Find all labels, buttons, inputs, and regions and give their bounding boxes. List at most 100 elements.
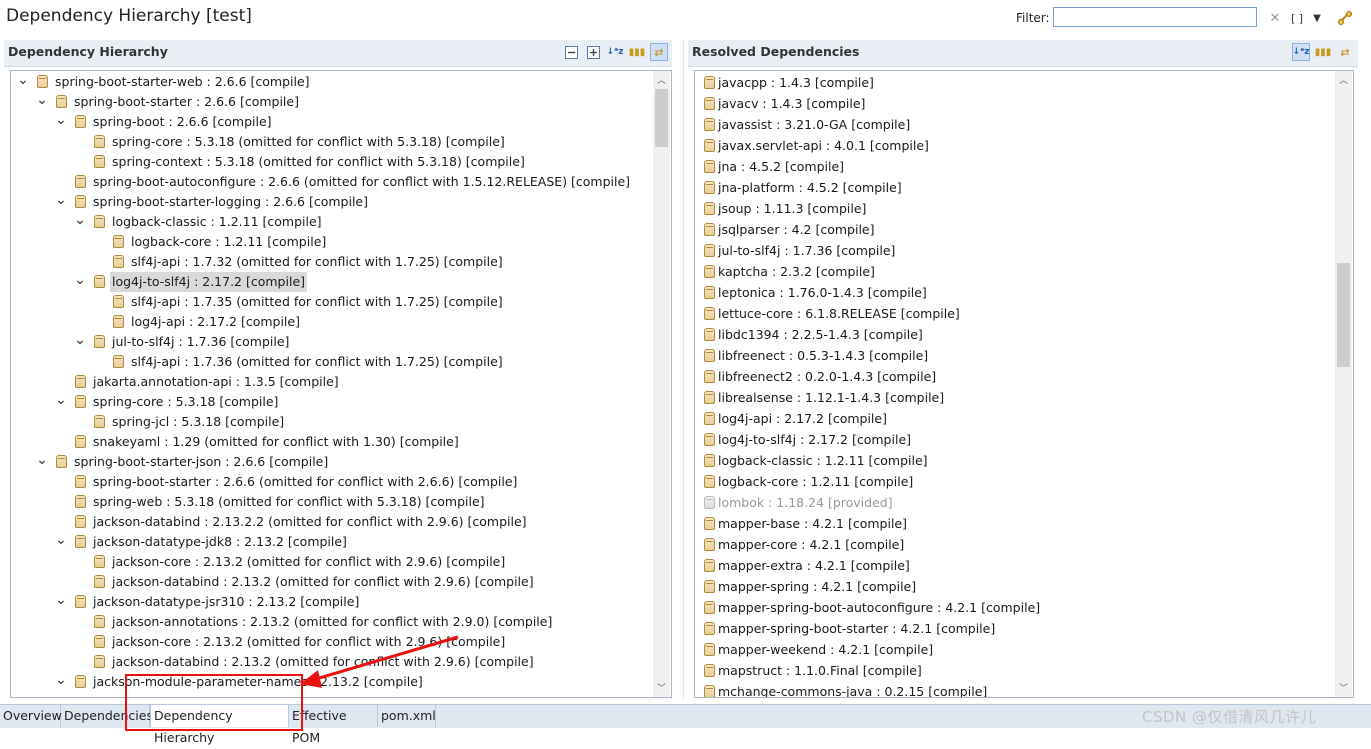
tree-node-jackson-databind[interactable]: jackson-databind : 2.13.2.2 (omitted for… bbox=[11, 512, 651, 532]
resolved-item-mapper-spring-boot-starter[interactable]: mapper-spring-boot-starter : 4.2.1 [comp… bbox=[695, 619, 1333, 639]
resolved-item-javassist[interactable]: javassist : 3.21.0-GA [compile] bbox=[695, 115, 1333, 135]
tree-node-spring-boot-starter[interactable]: ⌄ spring-boot-starter : 2.6.6 [compile] bbox=[11, 92, 651, 112]
resolved-item-jsoup[interactable]: jsoup : 1.11.3 [compile] bbox=[695, 199, 1333, 219]
clear-filter-icon[interactable]: ✕ bbox=[1267, 9, 1283, 27]
resolved-item-kaptcha[interactable]: kaptcha : 2.3.2 [compile] bbox=[695, 262, 1333, 282]
expand-toggle-icon[interactable]: ⌄ bbox=[55, 192, 67, 212]
hierarchy-tree[interactable]: ⌄ spring-boot-starter-web : 2.6.6 [compil… bbox=[10, 70, 672, 698]
tree-node-log4j-api[interactable]: log4j-api : 2.17.2 [compile] bbox=[11, 312, 651, 332]
tree-node-jackson-core[interactable]: jackson-core : 2.13.2 (omitted for confl… bbox=[11, 552, 651, 572]
tree-node-spring-boot-starter-web[interactable]: ⌄ spring-boot-starter-web : 2.6.6 [compil… bbox=[11, 72, 651, 92]
resolved-item-jul-to-slf4j[interactable]: jul-to-slf4j : 1.7.36 [compile] bbox=[695, 241, 1333, 261]
tree-node-spring-web[interactable]: spring-web : 5.3.18 (omitted for conflic… bbox=[11, 492, 651, 512]
scroll-down-arrow[interactable]: ﹀ bbox=[653, 679, 670, 696]
expand-toggle-icon[interactable]: ⌄ bbox=[74, 272, 86, 292]
resolved-item-mapstruct[interactable]: mapstruct : 1.1.0.Final [compile] bbox=[695, 661, 1333, 681]
tree-node-spring-context[interactable]: spring-context : 5.3.18 (omitted for con… bbox=[11, 152, 651, 172]
resolved-item-libfreenect2[interactable]: libfreenect2 : 0.2.0-1.4.3 [compile] bbox=[695, 367, 1333, 387]
expand-toggle-icon[interactable]: ⌄ bbox=[55, 672, 67, 692]
resolved-item-javax-servlet-api[interactable]: javax.servlet-api : 4.0.1 [compile] bbox=[695, 136, 1333, 156]
resolved-item-jsqlparser[interactable]: jsqlparser : 4.2 [compile] bbox=[695, 220, 1333, 240]
resolved-item-javacv[interactable]: javacv : 1.4.3 [compile] bbox=[695, 94, 1333, 114]
scroll-up-arrow[interactable]: ︿ bbox=[653, 71, 670, 88]
tree-node-spring-boot-starter[interactable]: spring-boot-starter : 2.6.6 (omitted for… bbox=[11, 472, 651, 492]
expand-toggle-icon[interactable]: ⌄ bbox=[55, 112, 67, 132]
tree-node-slf4j-api[interactable]: slf4j-api : 1.7.35 (omitted for conflict… bbox=[11, 292, 651, 312]
resolved-item-jna[interactable]: jna : 4.5.2 [compile] bbox=[695, 157, 1333, 177]
expand-all-icon[interactable] bbox=[584, 43, 602, 61]
scroll-thumb[interactable] bbox=[1337, 263, 1350, 367]
resolved-item-log4j-to-slf4j[interactable]: log4j-to-slf4j : 2.17.2 [compile] bbox=[695, 430, 1333, 450]
sort-alpha-icon[interactable]: ↓ᵃz bbox=[606, 43, 624, 61]
expand-toggle-icon[interactable]: ⌄ bbox=[17, 72, 29, 92]
tree-node-jakarta-annotation-api[interactable]: jakarta.annotation-api : 1.3.5 [compile] bbox=[11, 372, 651, 392]
sort-alpha-icon[interactable]: ↓ᵃz bbox=[1292, 43, 1310, 61]
resolved-item-mapper-weekend[interactable]: mapper-weekend : 4.2.1 [compile] bbox=[695, 640, 1333, 660]
expand-toggle-icon[interactable]: ⌄ bbox=[36, 92, 48, 112]
tree-node-spring-boot-starter-logging[interactable]: ⌄ spring-boot-starter-logging : 2.6.6 [co… bbox=[11, 192, 651, 212]
resolved-item-javacpp[interactable]: javacpp : 1.4.3 [compile] bbox=[695, 73, 1333, 93]
expand-toggle-icon[interactable]: ⌄ bbox=[55, 392, 67, 412]
tree-node-jackson-module-parameter-names[interactable]: ⌄ jackson-module-parameter-names : 2.13.2… bbox=[11, 672, 651, 692]
expand-toggle-icon[interactable]: ⌄ bbox=[74, 212, 86, 232]
resolved-item-leptonica[interactable]: leptonica : 1.76.0-1.4.3 [compile] bbox=[695, 283, 1333, 303]
resolved-item-mapper-core[interactable]: mapper-core : 4.2.1 [compile] bbox=[695, 535, 1333, 555]
tree-node-spring-jcl[interactable]: spring-jcl : 5.3.18 [compile] bbox=[11, 412, 651, 432]
tree-node-spring-boot[interactable]: ⌄ spring-boot : 2.6.6 [compile] bbox=[11, 112, 651, 132]
tree-node-slf4j-api[interactable]: slf4j-api : 1.7.32 (omitted for conflict… bbox=[11, 252, 651, 272]
scroll-up-arrow[interactable]: ︿ bbox=[1335, 71, 1352, 88]
resolved-item-jna-platform[interactable]: jna-platform : 4.5.2 [compile] bbox=[695, 178, 1333, 198]
tab-pom-xml[interactable]: pom.xml bbox=[378, 705, 436, 727]
resolved-item-mapper-spring[interactable]: mapper-spring : 4.2.1 [compile] bbox=[695, 577, 1333, 597]
bracket-toggle-icon[interactable]: [ ] bbox=[1289, 9, 1305, 27]
resolved-item-logback-core[interactable]: logback-core : 1.2.11 [compile] bbox=[695, 472, 1333, 492]
resolved-item-log4j-api[interactable]: log4j-api : 2.17.2 [compile] bbox=[695, 409, 1333, 429]
resolved-item-lombok[interactable]: lombok : 1.18.24 [provided] bbox=[695, 493, 1333, 513]
tab-overview[interactable]: Overview bbox=[0, 705, 62, 727]
resolved-item-libfreenect[interactable]: libfreenect : 0.5.3-1.4.3 [compile] bbox=[695, 346, 1333, 366]
resolved-item-librealsense[interactable]: librealsense : 1.12.1-1.4.3 [compile] bbox=[695, 388, 1333, 408]
tree-node-jackson-datatype-jdk8[interactable]: ⌄ jackson-datatype-jdk8 : 2.13.2 [compile… bbox=[11, 532, 651, 552]
expand-toggle-icon[interactable]: ⌄ bbox=[55, 592, 67, 612]
tree-node-jackson-databind[interactable]: jackson-databind : 2.13.2 (omitted for c… bbox=[11, 652, 651, 672]
left-vertical-scrollbar[interactable]: ︿ ﹀ bbox=[653, 71, 670, 697]
tree-node-logback-core[interactable]: logback-core : 1.2.11 [compile] bbox=[11, 232, 651, 252]
tree-node-jackson-core[interactable]: jackson-core : 2.13.2 (omitted for confl… bbox=[11, 632, 651, 652]
resolved-item-lettuce-core[interactable]: lettuce-core : 6.1.8.RELEASE [compile] bbox=[695, 304, 1333, 324]
resolved-item-mapper-spring-boot-autoconfigure[interactable]: mapper-spring-boot-autoconfigure : 4.2.1… bbox=[695, 598, 1333, 618]
sync-selection-icon[interactable]: ⇄ bbox=[650, 43, 668, 61]
tree-node-label: jackson-databind : 2.13.2 (omitted for c… bbox=[112, 654, 534, 669]
resolved-list[interactable]: javacpp : 1.4.3 [compile] javacv : 1.4.3 … bbox=[694, 70, 1354, 698]
filter-input[interactable] bbox=[1053, 7, 1257, 27]
tree-node-spring-boot-autoconfigure[interactable]: spring-boot-autoconfigure : 2.6.6 (omitt… bbox=[11, 172, 651, 192]
tree-node-jul-to-slf4j[interactable]: ⌄ jul-to-slf4j : 1.7.36 [compile] bbox=[11, 332, 651, 352]
tree-node-spring-core[interactable]: spring-core : 5.3.18 (omitted for confli… bbox=[11, 132, 651, 152]
resolved-item-mapper-base[interactable]: mapper-base : 4.2.1 [compile] bbox=[695, 514, 1333, 534]
sync-selection-icon[interactable]: ⇄ bbox=[1336, 43, 1354, 61]
scroll-thumb[interactable] bbox=[655, 89, 668, 147]
resolved-item-mapper-extra[interactable]: mapper-extra : 4.2.1 [compile] bbox=[695, 556, 1333, 576]
tree-node-snakeyaml[interactable]: snakeyaml : 1.29 (omitted for conflict w… bbox=[11, 432, 651, 452]
tree-node-jackson-annotations[interactable]: jackson-annotations : 2.13.2 (omitted fo… bbox=[11, 612, 651, 632]
scroll-down-arrow[interactable]: ﹀ bbox=[1335, 679, 1352, 696]
expand-toggle-icon[interactable]: ⌄ bbox=[36, 452, 48, 472]
tree-node-jackson-databind[interactable]: jackson-databind : 2.13.2 (omitted for c… bbox=[11, 572, 651, 592]
tree-node-logback-classic[interactable]: ⌄ logback-classic : 1.2.11 [compile] bbox=[11, 212, 651, 232]
tree-node-spring-boot-starter-json[interactable]: ⌄ spring-boot-starter-json : 2.6.6 [compi… bbox=[11, 452, 651, 472]
resolved-item-logback-classic[interactable]: logback-classic : 1.2.11 [compile] bbox=[695, 451, 1333, 471]
tree-node-spring-core[interactable]: ⌄ spring-core : 5.3.18 [compile] bbox=[11, 392, 651, 412]
show-groupid-icon[interactable]: ▮▮▮ bbox=[628, 43, 646, 61]
collapse-all-icon[interactable] bbox=[562, 43, 580, 61]
expand-toggle-icon[interactable]: ⌄ bbox=[74, 332, 86, 352]
link-editor-icon[interactable] bbox=[1336, 9, 1354, 27]
tree-node-log4j-to-slf4j[interactable]: ⌄ log4j-to-slf4j : 2.17.2 [compile] bbox=[11, 272, 651, 292]
view-menu-icon[interactable]: ▼ bbox=[1310, 9, 1324, 27]
right-vertical-scrollbar[interactable]: ︿ ﹀ bbox=[1335, 71, 1352, 697]
expand-toggle-icon[interactable]: ⌄ bbox=[55, 532, 67, 552]
show-groupid-icon[interactable]: ▮▮▮ bbox=[1314, 43, 1332, 61]
tree-node-jackson-datatype-jsr310[interactable]: ⌄ jackson-datatype-jsr310 : 2.13.2 [compi… bbox=[11, 592, 651, 612]
tree-node-slf4j-api[interactable]: slf4j-api : 1.7.36 (omitted for conflict… bbox=[11, 352, 651, 372]
resolved-item-mchange-commons-java[interactable]: mchange-commons-java : 0.2.15 [compile] bbox=[695, 682, 1333, 697]
resolved-item-label: log4j-to-slf4j : 2.17.2 [compile] bbox=[718, 432, 912, 447]
resolved-item-libdc1394[interactable]: libdc1394 : 2.2.5-1.4.3 [compile] bbox=[695, 325, 1333, 345]
